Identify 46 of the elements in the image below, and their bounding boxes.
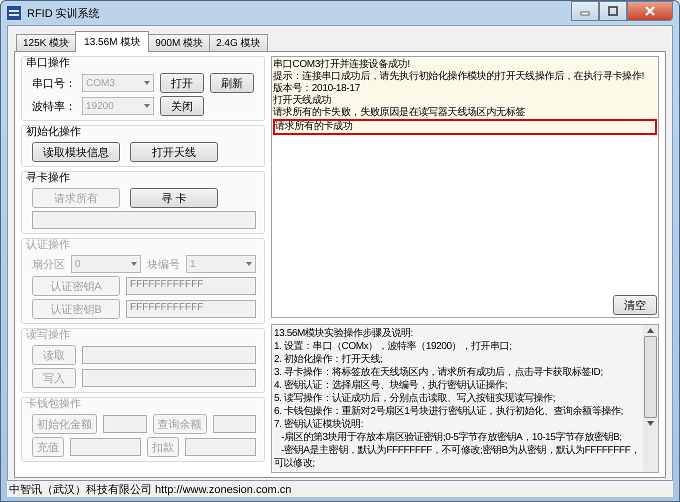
tab[interactable]: 125K 模块: [16, 34, 76, 51]
button[interactable]: 寻 卡: [130, 188, 218, 208]
instruction-line: 5. 读写操作：认证成功后，分别点击读取、写入按钮实现读写操作;: [274, 392, 556, 405]
caret-icon: [131, 262, 137, 266]
group-title: 寻卡操作: [26, 172, 71, 185]
button[interactable]: 打开: [160, 73, 204, 93]
field-label: 波特率：: [32, 100, 76, 114]
field-label: 串口号：: [32, 76, 76, 90]
maximize-icon: [608, 6, 618, 16]
instruction-line: 6. 卡钱包操作：重新对2号扇区1号块进行密钥认证，执行初始化、查询余额等操作;: [274, 405, 624, 418]
instruction-line: 2. 初始化操作：打开天线;: [274, 353, 384, 366]
button[interactable]: 关闭: [160, 96, 204, 116]
tab[interactable]: 13.56M 模块: [75, 31, 150, 52]
instruction-line: -密钥A是主密钥，默认为FFFFFFFF，不可修改;密钥B为从密钥，默认为FFFFFFFF，可以修改;: [274, 444, 641, 470]
window-title: RFID 实训系统: [27, 6, 100, 20]
instruction-line: 13.56M模块实验操作步骤及说明:: [274, 327, 414, 340]
scroll-down-icon[interactable]: [647, 421, 654, 426]
button[interactable]: 刷新: [210, 73, 254, 93]
maximize-button[interactable]: [599, 1, 627, 21]
group-title: 初始化操作: [26, 126, 82, 139]
clear-button[interactable]: 清空: [613, 295, 657, 315]
button[interactable]: 打开天线: [130, 142, 218, 162]
caret-icon: [144, 104, 150, 108]
close-button[interactable]: [627, 1, 673, 21]
minimize-button[interactable]: [571, 1, 599, 21]
scrollbar[interactable]: [643, 325, 658, 472]
tab[interactable]: 2.4G 模块: [209, 34, 268, 51]
status-text: 中智讯（武汉）科技有限公司 http://www.zonesion.com.cn: [9, 482, 292, 496]
field-label: 扇分区: [32, 258, 65, 272]
scroll-up-icon[interactable]: [647, 328, 654, 333]
close-icon: [644, 6, 656, 16]
button[interactable]: 读取模块信息: [32, 142, 120, 162]
instruction-line: 3. 寻卡操作：将标签放在天线场区内，请求所有成功后，点击寻卡获取标签ID;: [274, 366, 604, 379]
instruction-line: 1. 设置：串口（COMx），波特率（19200），打开串口;: [274, 340, 513, 353]
field-label: 块编号: [147, 258, 180, 272]
tab[interactable]: 900M 模块: [148, 34, 210, 51]
group-title: 串口操作: [26, 57, 71, 70]
instruction-line: -扇区的第3块用于存放本扇区验证密钥;0-5字节存放密钥A，10-15字节存放密钥B;: [280, 431, 623, 444]
group-title: 认证操作: [26, 239, 71, 252]
instruction-line: 7. 密钥认证模块说明:: [274, 418, 364, 431]
group-title: 卡钱包操作: [26, 398, 82, 411]
app-icon: [7, 6, 21, 20]
group-title: 读写操作: [26, 329, 71, 342]
caret-icon: [246, 262, 252, 266]
caret-icon: [144, 81, 150, 85]
instruction-line: 4. 密钥认证：选择扇区号、块编号，执行密钥认证操作;: [274, 379, 508, 392]
